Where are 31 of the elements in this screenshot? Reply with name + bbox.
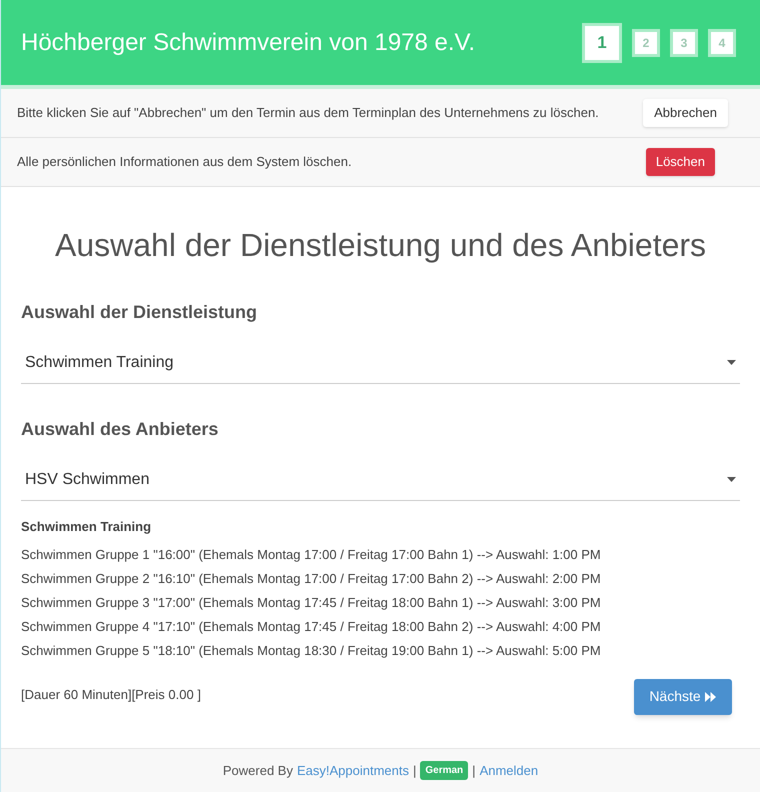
step-indicator: 3 xyxy=(670,28,698,56)
step-indicator: 1 xyxy=(582,22,622,62)
easy-appointments-link[interactable]: Easy!Appointments xyxy=(296,760,409,780)
section-heading: Auswahl der Dienstleistung xyxy=(21,301,258,324)
notice-text: Alle persönlichen Informationen aus dem System löschen. xyxy=(17,153,352,172)
step-indicator: 4 xyxy=(708,28,736,56)
page-heading: Auswahl der Dienstleistung und des Anbieters xyxy=(54,226,708,265)
section-heading: Auswahl des Anbieters xyxy=(21,418,220,441)
select-field[interactable]: HSV Schwimmen xyxy=(21,459,740,501)
separator-text: | xyxy=(412,762,416,780)
cancel-button[interactable]: Abbrechen xyxy=(643,99,728,127)
dropdown-caret-icon xyxy=(727,477,736,482)
description-line: Schwimmen Gruppe 4 "17:10" (Ehemals Montag 17:45 / Freitag 18:00 Bahn 2) --> Auswahl: 4:00 PM xyxy=(21,618,602,636)
language-badge[interactable]: German xyxy=(420,761,468,780)
company-title: Höchberger Schwimmverein von 1978 e.V. xyxy=(21,28,476,58)
service-details: [Dauer 60 Minuten][Preis 0.00 ] xyxy=(21,686,201,704)
description-title: Schwimmen Training xyxy=(21,518,152,536)
login-link[interactable]: Anmelden xyxy=(480,760,538,780)
dropdown-caret-icon xyxy=(727,360,736,365)
double-chevron-icon xyxy=(704,690,717,702)
description-line: Schwimmen Gruppe 1 "16:00" (Ehemals Montag 17:00 / Freitag 17:00 Bahn 1) --> Auswahl: 1:00 PM xyxy=(21,546,602,564)
description-line: Schwimmen Gruppe 3 "17:00" (Ehemals Montag 17:45 / Freitag 18:00 Bahn 1) --> Auswahl: 3:00 PM xyxy=(21,594,602,612)
delete-button[interactable]: Löschen xyxy=(646,148,715,176)
separator-text: | xyxy=(472,762,476,780)
step-indicator: 2 xyxy=(632,28,660,56)
description-line: Schwimmen Gruppe 5 "18:10" (Ehemals Montag 18:30 / Freitag 19:00 Bahn 1) --> Auswahl: 5:00 PM xyxy=(21,642,602,660)
notice-text: Bitte klicken Sie auf "Abbrechen" um den Termin aus dem Terminplan des Unternehmens zu löschen. xyxy=(17,104,599,122)
powered-by-text: Powered By xyxy=(222,762,293,780)
next-button[interactable]: Nächste xyxy=(634,678,732,714)
select-field[interactable]: Schwimmen Training xyxy=(21,342,740,384)
description-line: Schwimmen Gruppe 2 "16:10" (Ehemals Montag 17:00 / Freitag 17:00 Bahn 2) --> Auswahl: 2:00 PM xyxy=(21,570,602,588)
